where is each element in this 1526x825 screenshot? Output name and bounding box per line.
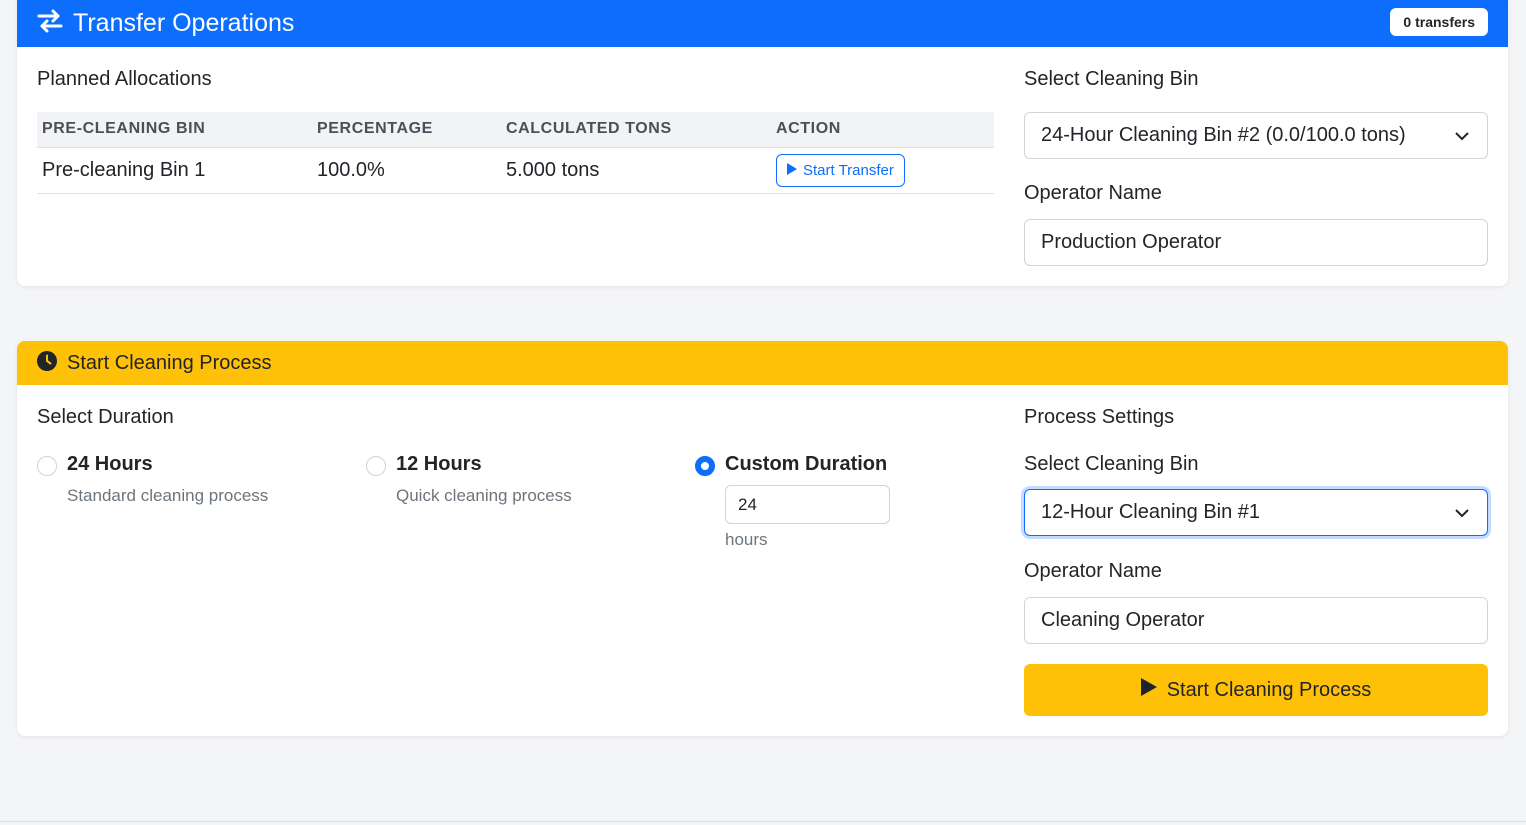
cleaning-header: Start Cleaning Process [17, 341, 1508, 385]
column-header-action: ACTION [771, 112, 994, 148]
cleaning-bin-label: Select Cleaning Bin [1024, 453, 1199, 475]
transfer-title: Transfer Operations [73, 9, 295, 37]
transfer-bin-value: 24-Hour Cleaning Bin #2 (0.0/100.0 tons) [1041, 124, 1406, 146]
transfer-operator-label: Operator Name [1024, 182, 1162, 204]
transfer-operator-input[interactable]: Production Operator [1024, 219, 1488, 266]
hours-unit-label: hours [725, 530, 768, 549]
custom-hours-input[interactable]: 24 [725, 485, 890, 524]
transfer-operations-card: Transfer Operations 0 transfers Planned … [17, 0, 1508, 286]
column-header-tons: CALCULATED TONS [501, 112, 771, 148]
play-icon [1140, 678, 1157, 702]
cleaning-operator-input[interactable]: Cleaning Operator [1024, 597, 1488, 644]
play-icon [787, 162, 797, 179]
chevron-down-icon [1455, 504, 1469, 527]
transfer-bin-label: Select Cleaning Bin [1024, 68, 1199, 90]
option-24h-desc: Standard cleaning process [67, 486, 269, 505]
column-header-percentage: PERCENTAGE [312, 112, 501, 148]
transfer-bin-select[interactable]: 24-Hour Cleaning Bin #2 (0.0/100.0 tons) [1024, 112, 1488, 159]
cell-tons: 5.000 tons [501, 147, 771, 194]
footer-divider [0, 821, 1526, 822]
radio-12h[interactable] [366, 456, 386, 476]
table-row: Pre-cleaning Bin 1 100.0% 5.000 tons Sta… [37, 147, 994, 194]
transfer-header: Transfer Operations 0 transfers [17, 0, 1508, 47]
cell-percentage: 100.0% [312, 147, 501, 194]
cleaning-title: Start Cleaning Process [67, 351, 272, 374]
cell-bin: Pre-cleaning Bin 1 [37, 147, 312, 194]
cleaning-process-card: Start Cleaning Process Select Duration 2… [17, 341, 1508, 736]
table-header-row: PRE-CLEANING BIN PERCENTAGE CALCULATED T… [37, 112, 994, 148]
column-header-bin: PRE-CLEANING BIN [37, 112, 312, 148]
cleaning-bin-select[interactable]: 12-Hour Cleaning Bin #1 [1024, 489, 1488, 536]
exchange-arrows-icon [37, 9, 63, 38]
cleaning-operator-label: Operator Name [1024, 560, 1162, 582]
clock-icon [37, 350, 57, 376]
cell-action: Start Transfer [771, 147, 994, 194]
start-transfer-label: Start Transfer [803, 161, 894, 179]
option-custom-title: Custom Duration [725, 453, 888, 475]
select-duration-title: Select Duration [37, 406, 174, 428]
process-settings-title: Process Settings [1024, 406, 1175, 428]
transfer-count-badge: 0 transfers [1390, 8, 1488, 36]
radio-custom[interactable] [695, 456, 715, 476]
option-12h-desc: Quick cleaning process [396, 486, 572, 505]
radio-24h[interactable] [37, 456, 57, 476]
option-24h-title: 24 Hours [67, 453, 153, 475]
start-transfer-button[interactable]: Start Transfer [776, 153, 905, 187]
option-12h-title: 12 Hours [396, 453, 482, 475]
start-cleaning-label: Start Cleaning Process [1166, 678, 1372, 701]
start-cleaning-button[interactable]: Start Cleaning Process [1024, 664, 1488, 716]
planned-allocations-title: Planned Allocations [37, 68, 212, 90]
chevron-down-icon [1455, 127, 1469, 150]
allocations-table: PRE-CLEANING BIN PERCENTAGE CALCULATED T… [37, 112, 994, 194]
cleaning-bin-value: 12-Hour Cleaning Bin #1 [1041, 501, 1261, 523]
